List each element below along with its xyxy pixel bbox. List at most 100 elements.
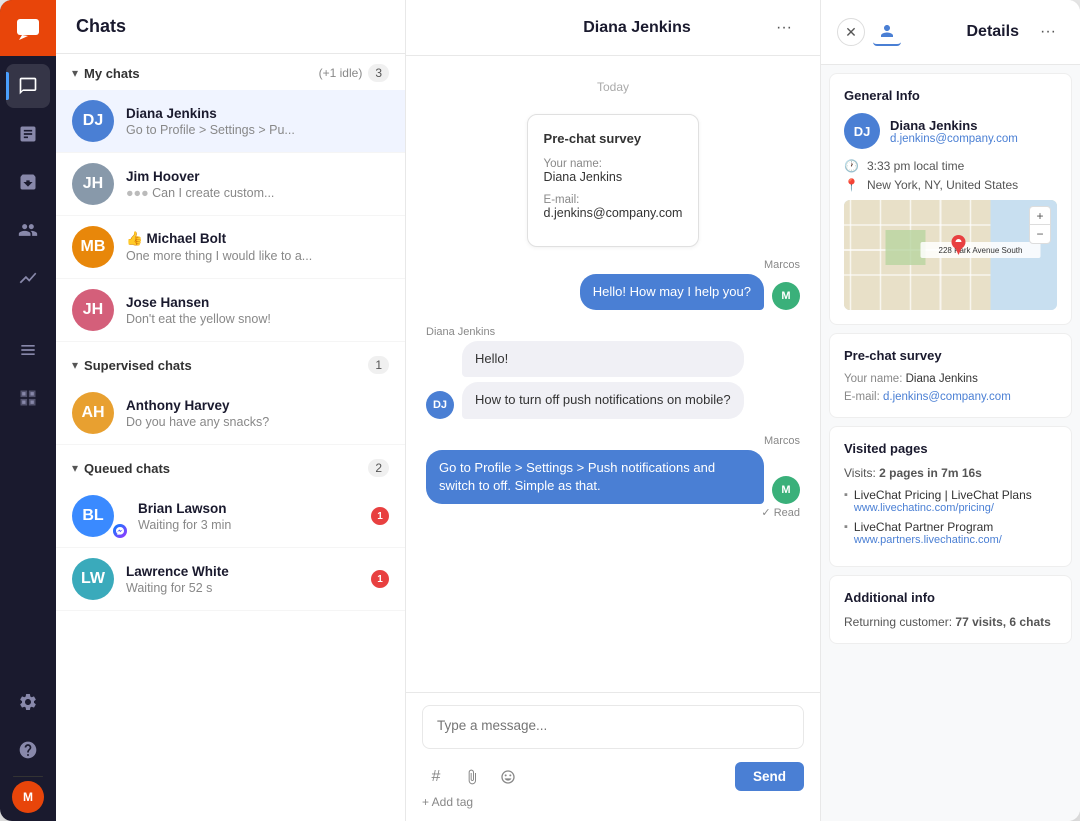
send-button[interactable]: Send [735, 762, 804, 791]
additional-info-title: Additional info [844, 590, 1057, 605]
icon-bar: M [0, 0, 56, 821]
nav-chats[interactable] [6, 64, 50, 108]
profile-tab-button[interactable] [873, 18, 901, 46]
my-chats-idle: (+1 idle) [319, 66, 363, 80]
page-link-1: ▪ LiveChat Pricing | LiveChat Plans www.… [844, 488, 1057, 514]
chat-preview-anthony: Do you have any snacks? [126, 415, 389, 429]
message-input[interactable] [422, 705, 804, 749]
survey-card-wrapper: Pre-chat survey Your name: Diana Jenkins… [426, 114, 800, 247]
chat-preview-jose: Don't eat the yellow snow! [126, 312, 389, 326]
nav-widget[interactable] [6, 376, 50, 420]
avatar-lawrence: LW [72, 558, 114, 600]
nav-settings[interactable] [6, 680, 50, 724]
queued-chats-count: 2 [368, 459, 389, 477]
map-placeholder[interactable]: 228 Park Avenue South + − [844, 200, 1057, 310]
agent-bubble-2: Go to Profile > Settings > Push notifica… [426, 450, 764, 504]
add-tag-button[interactable]: + Add tag [422, 795, 804, 809]
returning-customer-value: 77 visits, 6 chats [955, 615, 1050, 629]
chat-header-title: Diana Jenkins [506, 19, 768, 37]
nav-bots[interactable] [6, 328, 50, 372]
visited-pages-title: Visited pages [844, 441, 1057, 456]
my-chats-count: 3 [368, 64, 389, 82]
app-logo[interactable] [0, 0, 56, 56]
avatar-brian: BL [72, 495, 114, 537]
survey-card-title: Pre-chat survey [544, 131, 683, 146]
chat-name-diana: Diana Jenkins [126, 106, 389, 121]
chat-preview-brian: Waiting for 3 min [138, 518, 371, 532]
chat-item-jim[interactable]: JH Jim Hoover ●●● Can I create custom... [56, 153, 405, 216]
hashtag-icon[interactable]: # [422, 763, 450, 791]
date-divider: Today [426, 80, 800, 94]
chat-name-anthony: Anthony Harvey [126, 398, 389, 413]
nav-archive[interactable] [6, 160, 50, 204]
survey-email-label-d: E-mail: d.jenkins@company.com [844, 391, 1057, 403]
chat-item-diana[interactable]: DJ Diana Jenkins Go to Profile > Setting… [56, 90, 405, 153]
agent-avatar-2: M [772, 476, 800, 504]
my-chats-section-header[interactable]: ▾ My chats (+1 idle) 3 [56, 54, 405, 90]
my-chats-chevron: ▾ [72, 66, 78, 80]
general-info-section: General Info DJ Diana Jenkins d.jenkins@… [829, 73, 1072, 325]
nav-divider [13, 776, 43, 777]
queued-chats-section-header[interactable]: ▾ Queued chats 2 [56, 449, 405, 485]
chat-info-michael: 👍 Michael Bolt One more thing I would li… [126, 231, 389, 263]
page-icon-1: ▪ [844, 489, 848, 501]
avatar-jose: JH [72, 289, 114, 331]
attachment-icon[interactable] [458, 763, 486, 791]
chat-preview-lawrence: Waiting for 52 s [126, 581, 371, 595]
nav-help[interactable] [6, 728, 50, 772]
supervised-chats-chevron: ▾ [72, 358, 78, 372]
zoom-in-button[interactable]: + [1030, 207, 1050, 225]
chat-name-jim: Jim Hoover [126, 169, 389, 184]
chat-item-lawrence[interactable]: LW Lawrence White Waiting for 52 s 1 [56, 548, 405, 611]
nav-analytics[interactable] [6, 256, 50, 300]
avatar-diana: DJ [72, 100, 114, 142]
messenger-badge-brian [113, 524, 127, 538]
chat-item-jose[interactable]: JH Jose Hansen Don't eat the yellow snow… [56, 279, 405, 342]
agent-msg-row-1: M Hello! How may I help you? [426, 274, 800, 310]
visited-pages-section: Visited pages Visits: 2 pages in 7m 16s … [829, 426, 1072, 567]
icon-bar-bottom: M [6, 672, 50, 821]
zoom-out-button[interactable]: − [1030, 225, 1050, 243]
chat-item-anthony[interactable]: AH Anthony Harvey Do you have any snacks… [56, 382, 405, 445]
supervised-chats-section-header[interactable]: ▾ Supervised chats 1 [56, 346, 405, 382]
details-time: 3:33 pm local time [867, 159, 964, 173]
badge-lawrence: 1 [371, 570, 389, 588]
user-avatar[interactable]: M [12, 781, 44, 813]
nav-reports[interactable] [6, 112, 50, 156]
pre-chat-survey-title: Pre-chat survey [844, 348, 1057, 363]
read-indicator: ✓ Read [426, 506, 800, 519]
page-title-2: LiveChat Partner Program [854, 520, 1002, 534]
chat-item-brian[interactable]: BL Brian Lawson Waiting for 3 min 1 [56, 485, 405, 548]
details-user-row: DJ Diana Jenkins d.jenkins@company.com [844, 113, 1057, 149]
chat-name-jose: Jose Hansen [126, 295, 389, 310]
chat-messages: Today Pre-chat survey Your name: Diana J… [406, 56, 820, 692]
chat-main: Diana Jenkins ··· Today Pre-chat survey … [406, 0, 820, 821]
survey-name-label: Your name: [544, 158, 683, 170]
chat-info-anthony: Anthony Harvey Do you have any snacks? [126, 398, 389, 429]
location-icon: 📍 [844, 178, 859, 192]
chat-item-michael[interactable]: MB 👍 Michael Bolt One more thing I would… [56, 216, 405, 279]
user-bubble-2: How to turn off push notifications on mo… [462, 382, 744, 418]
details-user-email: d.jenkins@company.com [890, 133, 1018, 145]
page-url-2[interactable]: www.partners.livechatinc.com/ [854, 534, 1002, 546]
chat-list-scroll: ▾ My chats (+1 idle) 3 DJ Diana Jenkins … [56, 54, 405, 821]
page-link-2: ▪ LiveChat Partner Program www.partners.… [844, 520, 1057, 546]
svg-text:228 Park Avenue South: 228 Park Avenue South [939, 246, 1023, 255]
page-title-1: LiveChat Pricing | LiveChat Plans [854, 488, 1032, 502]
map-zoom-controls: + − [1029, 206, 1051, 244]
details-more-button[interactable]: ··· [1032, 16, 1064, 48]
agent-sender-name-1: Marcos [426, 259, 800, 271]
nav-icons [6, 56, 50, 672]
page-url-1[interactable]: www.livechatinc.com/pricing/ [854, 502, 1032, 514]
user-bubbles: Hello! How to turn off push notification… [462, 341, 744, 418]
nav-team[interactable] [6, 208, 50, 252]
details-title: Details [967, 23, 1033, 41]
details-location-row: 📍 New York, NY, United States [844, 178, 1057, 192]
chat-info-jose: Jose Hansen Don't eat the yellow snow! [126, 295, 389, 326]
general-info-title: General Info [844, 88, 1057, 103]
close-details-button[interactable]: ✕ [837, 18, 865, 46]
chat-preview-diana: Go to Profile > Settings > Pu... [126, 123, 389, 137]
user-avatar-1: DJ [426, 391, 454, 419]
more-options-button[interactable]: ··· [768, 12, 800, 44]
emoji-icon[interactable] [494, 763, 522, 791]
